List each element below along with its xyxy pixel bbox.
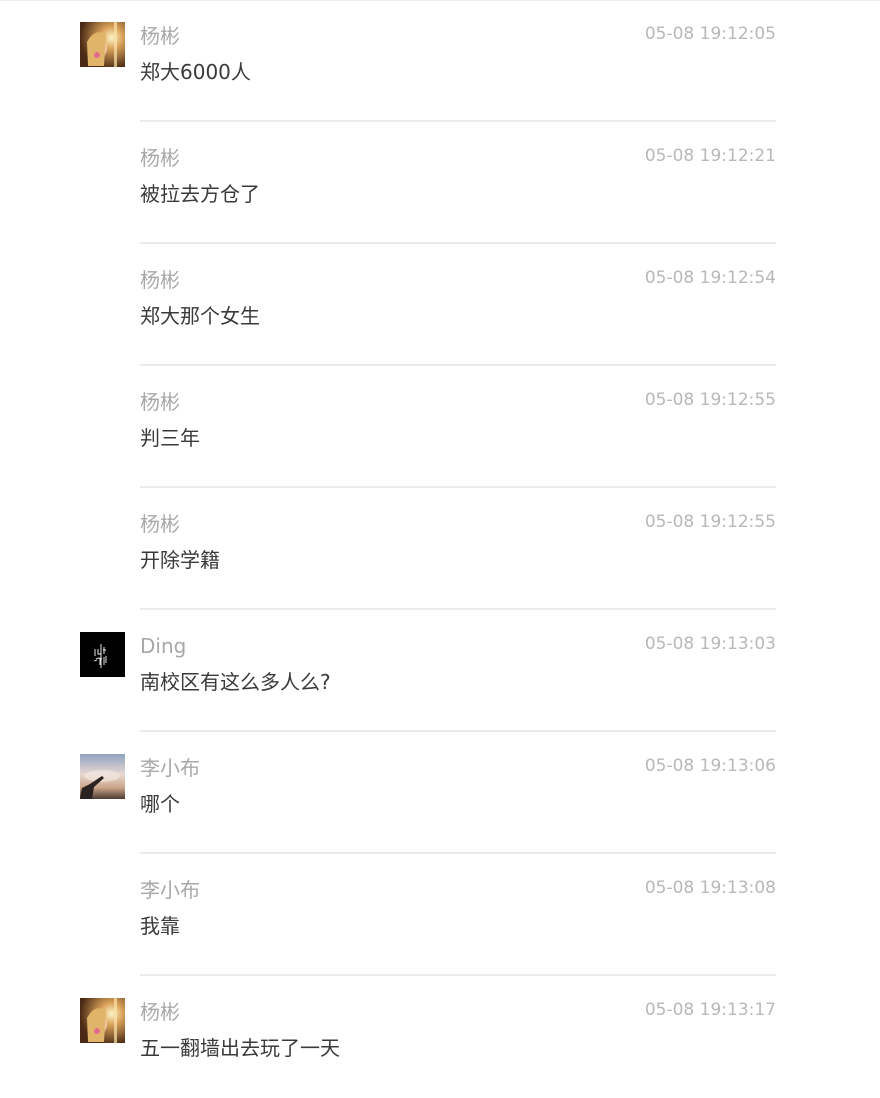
message-timestamp: 05-08 19:12:21 xyxy=(644,146,776,166)
chat-message: 杨彬 05-08 19:12:55 判三年 xyxy=(0,366,880,488)
message-timestamp: 05-08 19:13:17 xyxy=(644,1000,776,1020)
message-sender: 杨彬 xyxy=(140,1000,180,1024)
avatar-yangbin[interactable] xyxy=(80,998,125,1043)
chat-message: 杨彬 05-08 19:13:17 五一翻墙出去玩了一天 xyxy=(0,976,880,1098)
message-timestamp: 05-08 19:12:55 xyxy=(644,390,776,410)
chat-message: 李小布 05-08 19:13:06 哪个 xyxy=(0,732,880,854)
chat-message: 杨彬 05-08 19:12:54 郑大那个女生 xyxy=(0,244,880,366)
avatar-ding[interactable] xyxy=(80,632,125,677)
message-sender: 杨彬 xyxy=(140,268,180,292)
message-sender: 杨彬 xyxy=(140,390,180,414)
message-text[interactable]: 判三年 xyxy=(140,423,200,453)
chat-message: 李小布 05-08 19:13:08 我靠 xyxy=(0,854,880,976)
message-timestamp: 05-08 19:13:03 xyxy=(644,634,776,654)
message-text[interactable]: 被拉去方仓了 xyxy=(140,179,260,209)
message-sender: 李小布 xyxy=(140,756,200,780)
message-text[interactable]: 开除学籍 xyxy=(140,545,220,575)
message-text[interactable]: 南校区有这么多人么? xyxy=(140,667,331,697)
message-sender: Ding xyxy=(140,634,187,658)
message-sender: 李小布 xyxy=(140,878,200,902)
chat-message: Ding 05-08 19:13:03 南校区有这么多人么? xyxy=(0,610,880,732)
chat-message: 杨彬 05-08 19:12:21 被拉去方仓了 xyxy=(0,122,880,244)
chat-message: 杨彬 05-08 19:12:55 开除学籍 xyxy=(0,488,880,610)
message-sender: 杨彬 xyxy=(140,24,180,48)
message-sender: 杨彬 xyxy=(140,146,180,170)
message-timestamp: 05-08 19:12:54 xyxy=(644,268,776,288)
message-text[interactable]: 郑大那个女生 xyxy=(140,301,260,331)
message-text[interactable]: 五一翻墙出去玩了一天 xyxy=(140,1033,340,1063)
chat-message-list[interactable]: 杨彬 05-08 19:12:05 郑大6000人 杨彬 05-08 19:12… xyxy=(0,0,880,1098)
avatar-yangbin[interactable] xyxy=(80,22,125,67)
chat-message: 杨彬 05-08 19:12:05 郑大6000人 xyxy=(0,0,880,122)
message-sender: 杨彬 xyxy=(140,512,180,536)
message-timestamp: 05-08 19:12:55 xyxy=(644,512,776,532)
message-text[interactable]: 哪个 xyxy=(140,789,180,819)
avatar-lixiaobu[interactable] xyxy=(80,754,125,799)
message-timestamp: 05-08 19:12:05 xyxy=(644,24,776,44)
message-text[interactable]: 郑大6000人 xyxy=(140,57,251,87)
message-timestamp: 05-08 19:13:08 xyxy=(644,878,776,898)
message-text[interactable]: 我靠 xyxy=(140,911,180,941)
message-timestamp: 05-08 19:13:06 xyxy=(644,756,776,776)
